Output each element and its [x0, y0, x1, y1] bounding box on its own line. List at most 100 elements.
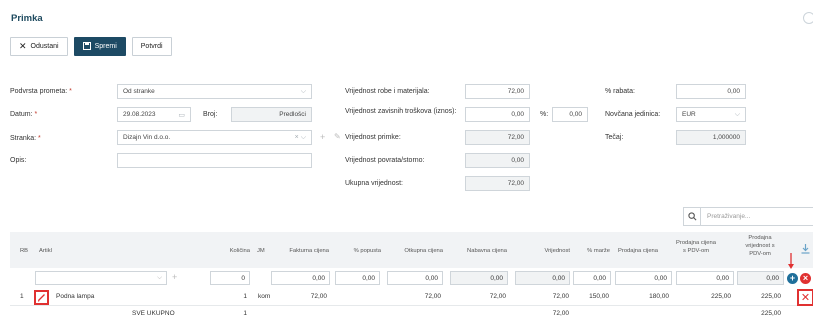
receipt-value-label: Vrijednost primke: — [345, 134, 401, 141]
number-input[interactable]: Predlošci — [231, 107, 312, 122]
summary-value: 72,00 — [552, 310, 569, 317]
save-button[interactable]: Spremi — [73, 37, 126, 56]
goods-value-input[interactable]: 72,00 — [465, 84, 530, 99]
transaction-type-select[interactable]: Od stranke ⌵ — [117, 84, 312, 99]
dependent-costs-input[interactable]: 0,00 — [465, 107, 530, 122]
clear-row-button[interactable]: × — [800, 273, 811, 284]
invoice-price-input[interactable]: 0,00 — [271, 271, 330, 285]
sale-value-vat-field: 0,00 — [737, 271, 784, 285]
cell-sale-value-vat: 225,00 — [761, 293, 781, 300]
col-qty: Količina — [229, 248, 250, 254]
currency-value: EUR — [682, 111, 696, 118]
discount-pct-input[interactable]: 0,00 — [335, 271, 380, 285]
currency-select[interactable]: EUR ⌵ — [676, 107, 746, 122]
receipt-value-field: 72,00 — [465, 130, 530, 145]
article-select[interactable]: ⌵ — [35, 271, 167, 285]
settings-icon[interactable] — [803, 12, 813, 24]
summary-sale-value-vat: 225,00 — [761, 310, 781, 317]
clear-chevron-icon[interactable]: × ⌵ — [295, 134, 306, 142]
total-value-field: 72,00 — [465, 176, 530, 191]
table-row: 1 Podna lampa 1 kom 72,00 72,00 72,00 72… — [10, 288, 813, 306]
arrow-down-icon — [788, 253, 794, 271]
pencil-icon — [38, 294, 45, 302]
cost-price-field: 0,00 — [450, 271, 508, 285]
number-label: Broj: — [203, 111, 218, 118]
download-icon[interactable] — [801, 244, 810, 256]
date-label: Datum: * — [10, 111, 38, 118]
exchange-rate-field: 1,000000 — [676, 130, 746, 145]
search-icon[interactable] — [683, 207, 701, 226]
add-party-icon[interactable]: + — [320, 132, 325, 142]
table-header: RB Artikl Količina JM Fakturna cijena % … — [10, 232, 813, 268]
col-sale-price-vat-line1: Prodajna cijena — [676, 240, 716, 246]
col-cost-price: Nabavna cijena — [467, 248, 507, 254]
page-title: Primka — [11, 13, 43, 24]
summary-label: SVE UKUPNO — [132, 310, 175, 317]
col-unit: JM — [257, 248, 265, 254]
col-purchase-price: Otkupna cijena — [404, 248, 443, 254]
table-search: Pretraživanje... — [683, 207, 813, 226]
col-margin-pct: % marže — [587, 248, 610, 254]
cell-rb: 1 — [20, 293, 24, 300]
col-sale-value-vat-line3: PDV-om — [749, 251, 771, 257]
cell-invoice-price: 72,00 — [310, 293, 327, 300]
qty-input[interactable]: 0 — [210, 271, 250, 285]
description-label: Opis: — [10, 157, 27, 164]
chevron-down-icon: ⌵ — [300, 87, 306, 95]
return-value-label: Vrijednost povrata/storno: — [345, 157, 425, 164]
cancel-button[interactable]: ✕ Odustani — [10, 37, 68, 56]
col-sale-price-vat: Prodajna cijena s PDV-om — [670, 239, 722, 255]
col-rb: RB — [20, 248, 29, 254]
percent-input[interactable]: 0,00 — [552, 107, 588, 122]
close-icon: ✕ — [19, 41, 27, 51]
calendar-icon[interactable]: ▭ — [178, 111, 185, 119]
purchase-price-input[interactable]: 0,00 — [387, 271, 443, 285]
cancel-button-label: Odustani — [30, 43, 59, 50]
col-sale-value-vat: Prodajna vrijednost s PDV-om — [737, 234, 783, 258]
transaction-type-label: Podvrsta prometa: * — [10, 88, 72, 95]
add-article-icon[interactable]: + — [172, 272, 177, 282]
description-input[interactable] — [117, 153, 312, 168]
cell-margin-pct: 150,00 — [589, 293, 609, 300]
save-button-label: Spremi — [94, 43, 117, 50]
transaction-type-value: Od stranke — [123, 88, 155, 95]
col-sale-price: Prodajna cijena — [618, 248, 658, 254]
cell-cost-price: 72,00 — [489, 293, 506, 300]
party-select[interactable]: Dizajn Vin d.o.o. × ⌵ — [117, 130, 312, 145]
sale-price-vat-input[interactable]: 0,00 — [676, 271, 734, 285]
col-value: Vrijednost — [544, 248, 570, 254]
currency-label: Novčana jedinica: — [605, 111, 661, 118]
party-label: Stranka: * — [10, 135, 41, 142]
sale-price-input[interactable]: 0,00 — [615, 271, 672, 285]
col-discount-pct: % popusta — [353, 248, 381, 254]
return-value-field: 0,00 — [465, 153, 530, 168]
goods-value-label: Vrijednost robe i materijala: — [345, 88, 430, 95]
edit-row-button[interactable] — [34, 290, 49, 305]
dependent-costs-label: Vrijednost zavisnih troškova (iznos): — [345, 108, 457, 115]
col-article: Artikl — [39, 248, 52, 254]
chevron-down-icon: ⌵ — [157, 274, 162, 281]
exchange-rate-label: Tečaj: — [605, 134, 624, 141]
delete-row-button[interactable]: ✕ — [797, 289, 813, 306]
discount-input[interactable]: 0,00 — [676, 84, 746, 99]
margin-pct-input[interactable]: 0,00 — [573, 271, 611, 285]
col-sale-price-vat-line2: s PDV-om — [682, 248, 710, 254]
percent-label: %: — [540, 111, 549, 118]
summary-row: SVE UKUPNO 1 72,00 225,00 — [10, 308, 813, 320]
cell-purchase-price: 72,00 — [424, 293, 441, 300]
search-input[interactable]: Pretraživanje... — [701, 207, 813, 226]
col-sale-value-vat-line2: vrijednost s — [745, 243, 775, 249]
add-row-button[interactable]: + — [787, 273, 798, 284]
summary-qty: 1 — [243, 310, 247, 317]
party-value: Dizajn Vin d.o.o. — [123, 134, 171, 141]
confirm-button[interactable]: Potvrdi — [131, 37, 172, 56]
floppy-disk-icon — [82, 41, 91, 52]
confirm-button-label: Potvrdi — [140, 43, 163, 50]
date-input[interactable]: 29.08.2023 ▭ — [117, 107, 191, 122]
cell-sale-price: 180,00 — [649, 293, 669, 300]
col-sale-value-vat-line1: Prodajna — [748, 235, 772, 241]
total-value-label: Ukupna vrijednost: — [345, 180, 403, 187]
edit-party-icon[interactable]: ✎ — [334, 132, 341, 141]
new-item-row: ⌵ + 0 0,00 0,00 0,00 0,00 0,00 0,00 0,00… — [10, 270, 813, 287]
cell-qty: 1 — [243, 293, 247, 300]
